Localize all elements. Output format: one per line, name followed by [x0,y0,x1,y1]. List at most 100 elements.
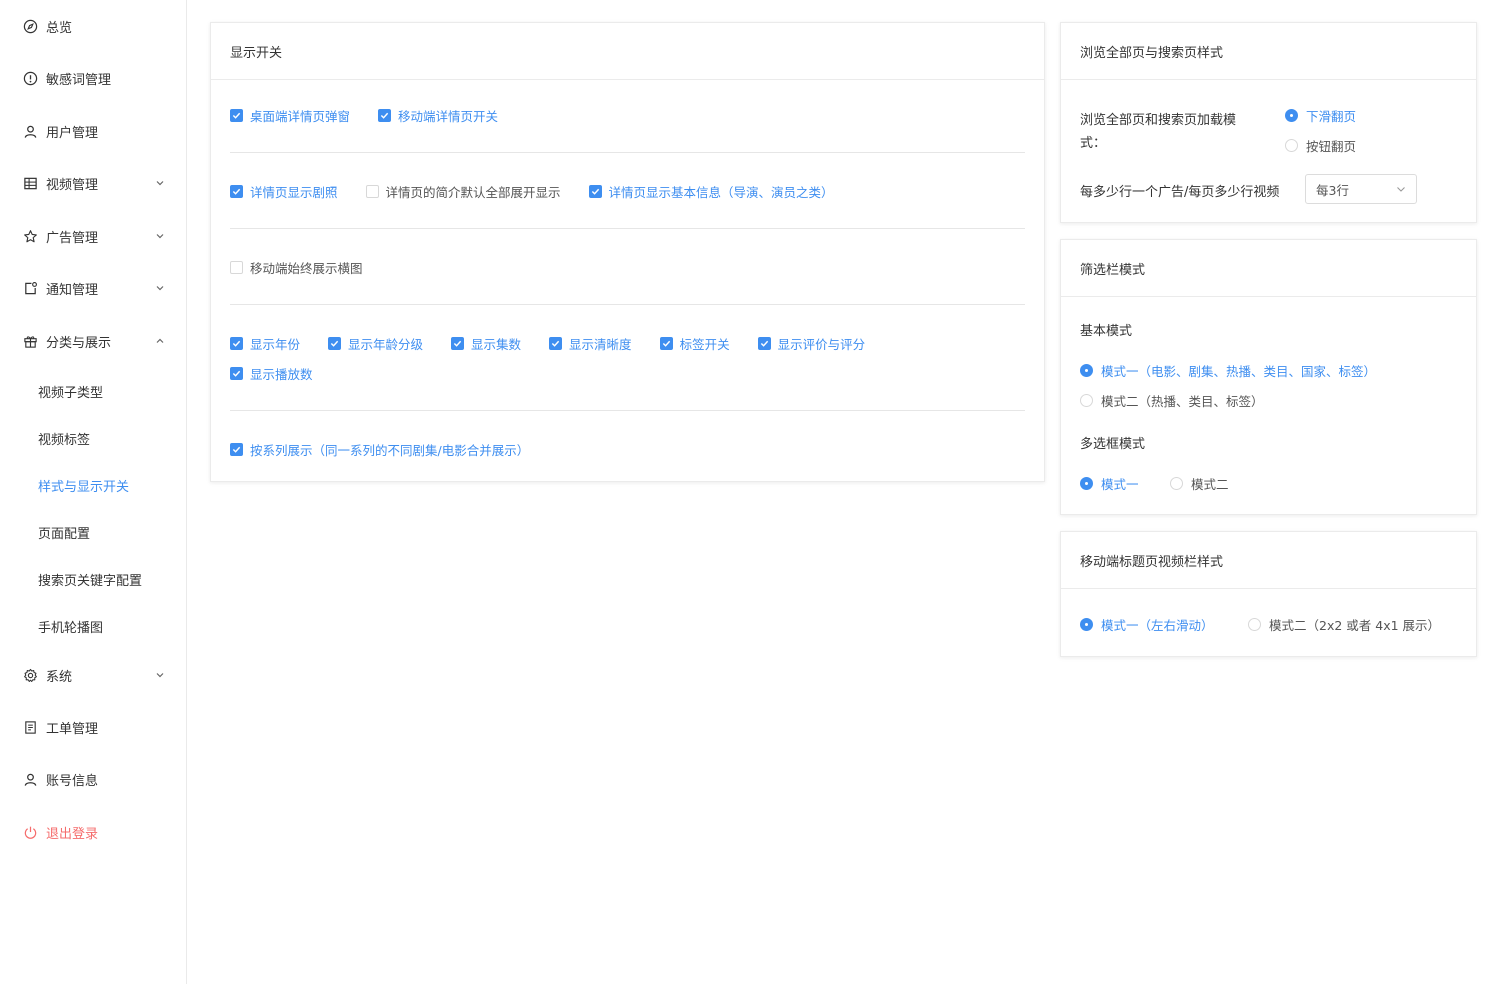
power-icon [22,824,38,840]
browse-style-card: 浏览全部页与搜索页样式 浏览全部页和搜索页加载模 式： 下滑翻页 按钮翻页 每多… [1060,22,1477,223]
checkbox-group: 桌面端详情页弹窗 移动端详情页开关 [230,106,526,125]
filter-style-card: 筛选栏模式 基本模式 模式一（电影、剧集、热播、类目、国家、标签） 模式二（热播… [1060,239,1477,515]
sub-item-page-config[interactable]: 页面配置 [0,516,186,548]
nav-item-account[interactable]: 账号信息 [0,761,186,797]
checkbox-tag-switch[interactable]: 标签开关 [659,334,730,353]
load-mode-label: 浏览全部页和搜索页加载模 式： [1080,109,1236,155]
document-icon [22,719,38,735]
card-title: 浏览全部页与搜索页样式 [1061,23,1476,80]
radio-mobile-mode-one[interactable]: 模式一（左右滑动） [1080,615,1214,634]
multi-mode-label: 多选框模式 [1080,437,1146,452]
checkbox-icon [328,337,342,350]
user-icon [22,123,38,139]
radio-basic-mode-two[interactable]: 模式二（热播、类目、标签） [1080,391,1264,410]
checkbox-detail-intro-expand[interactable]: 详情页的简介默认全部展开显示 [365,182,561,201]
nav-item-ads[interactable]: 广告管理 [0,218,186,254]
sub-item-video-subtypes[interactable]: 视频子类型 [0,375,186,407]
checkbox-group: 移动端始终展示横图 [230,258,391,277]
card-title: 显示开关 [211,23,1044,80]
radio-icon [1285,109,1298,122]
checkbox-show-episodes[interactable]: 显示集数 [451,334,521,353]
ad-rows-select-value: 每3行 [1316,182,1349,198]
checkbox-icon [549,337,563,350]
sub-item-video-tags[interactable]: 视频标签 [0,422,186,454]
sub-item-style-switches[interactable]: 样式与显示开关 [0,469,186,501]
chevron-down-icon [154,669,166,681]
radio-multi-mode-two[interactable]: 模式二 [1170,474,1229,493]
gear-icon [22,667,38,683]
nav-item-sensitive-words[interactable]: 敏感词管理 [0,60,186,96]
chevron-down-icon [154,230,166,242]
nav-label: 视频管理 [46,177,99,193]
chevron-down-icon [1396,184,1406,194]
notification-icon [22,280,38,296]
load-mode-label-line: 式： [1080,136,1107,151]
nav-label: 通知管理 [46,282,99,298]
checkbox-icon [365,185,379,198]
nav-item-overview[interactable]: 总览 [0,8,186,44]
radio-button-paging[interactable]: 按钮翻页 [1285,136,1356,155]
radio-icon [1248,618,1261,631]
compass-icon [22,18,38,34]
chevron-up-icon [154,335,166,347]
nav-item-videos[interactable]: 视频管理 [0,165,186,201]
radio-mobile-mode-two[interactable]: 模式二（2x2 或者 4x1 展示） [1248,615,1440,634]
checkbox-show-resolution[interactable]: 显示清晰度 [549,334,632,353]
radio-icon [1285,139,1298,152]
checkbox-group: 详情页显示剧照 详情页的简介默认全部展开显示 详情页显示基本信息（导演、演员之类… [230,182,862,201]
nav-label: 分类与展示 [46,335,112,351]
basic-mode-label: 基本模式 [1080,324,1133,339]
checkbox-show-rating[interactable]: 显示评价与评分 [757,334,865,353]
divider [230,152,1025,153]
checkbox-icon [588,185,602,198]
star-icon [22,228,38,244]
checkbox-icon [451,337,465,350]
card-title: 移动端标题页视频栏样式 [1061,532,1476,589]
radio-icon [1170,477,1183,490]
chevron-down-icon [154,177,166,189]
nav-item-logout[interactable]: 退出登录 [0,814,186,850]
checkbox-icon [757,337,771,350]
checkbox-show-age-rating[interactable]: 显示年龄分级 [328,334,423,353]
checkbox-group: 显示年份 显示年龄分级 显示集数 显示清晰度 标签开关 显示评价与评分 [230,334,893,353]
checkbox-detail-stills[interactable]: 详情页显示剧照 [230,182,338,201]
checkbox-desktop-detail-popup[interactable]: 桌面端详情页弹窗 [230,106,350,125]
nav-item-system[interactable]: 系统 [0,657,186,693]
load-mode-label-line: 浏览全部页和搜索页加载模 [1080,113,1237,128]
checkbox-detail-basic-info[interactable]: 详情页显示基本信息（导演、演员之类） [588,182,834,201]
checkbox-icon [378,109,392,122]
chevron-down-icon [154,282,166,294]
checkbox-group: 显示播放数 [230,364,341,383]
nav-label: 广告管理 [46,230,99,246]
nav-label: 总览 [46,20,73,36]
sub-item-mobile-carousel[interactable]: 手机轮播图 [0,610,186,642]
checkbox-mobile-landscape[interactable]: 移动端始终展示横图 [230,258,363,277]
radio-scroll-paging[interactable]: 下滑翻页 [1285,106,1356,125]
nav-label: 工单管理 [46,721,99,737]
nav-label: 账号信息 [46,773,99,789]
radio-multi-mode-one[interactable]: 模式一 [1080,474,1139,493]
sub-item-search-keywords[interactable]: 搜索页关键字配置 [0,563,186,595]
nav-label: 系统 [46,669,73,685]
display-switch-card: 显示开关 桌面端详情页弹窗 移动端详情页开关 详情页显示剧照 详情页的简介默认全… [210,22,1045,482]
checkbox-series-display[interactable]: 按系列展示（同一系列的不同剧集/电影合并展示） [230,440,529,459]
nav-item-users[interactable]: 用户管理 [0,113,186,149]
checkbox-show-year[interactable]: 显示年份 [230,334,300,353]
nav-item-tickets[interactable]: 工单管理 [0,709,186,745]
ad-rows-select[interactable]: 每3行 [1305,174,1417,204]
alert-circle-icon [22,70,38,86]
divider [230,228,1025,229]
nav-item-notifications[interactable]: 通知管理 [0,270,186,306]
checkbox-group: 按系列展示（同一系列的不同剧集/电影合并展示） [230,440,557,459]
radio-icon [1080,394,1093,407]
user-icon [22,771,38,787]
nav-label: 用户管理 [46,125,99,141]
checkbox-icon [230,337,243,350]
ad-rows-label: 每多少行一个广告/每页多少行视频 [1080,185,1280,200]
radio-basic-mode-one[interactable]: 模式一（电影、剧集、热播、类目、国家、标签） [1080,361,1376,380]
checkbox-mobile-detail-switch[interactable]: 移动端详情页开关 [378,106,498,125]
checkbox-icon [230,443,243,456]
nav-item-categories[interactable]: 分类与展示 [0,323,186,359]
checkbox-icon [230,261,243,274]
checkbox-show-play-count[interactable]: 显示播放数 [230,364,313,383]
